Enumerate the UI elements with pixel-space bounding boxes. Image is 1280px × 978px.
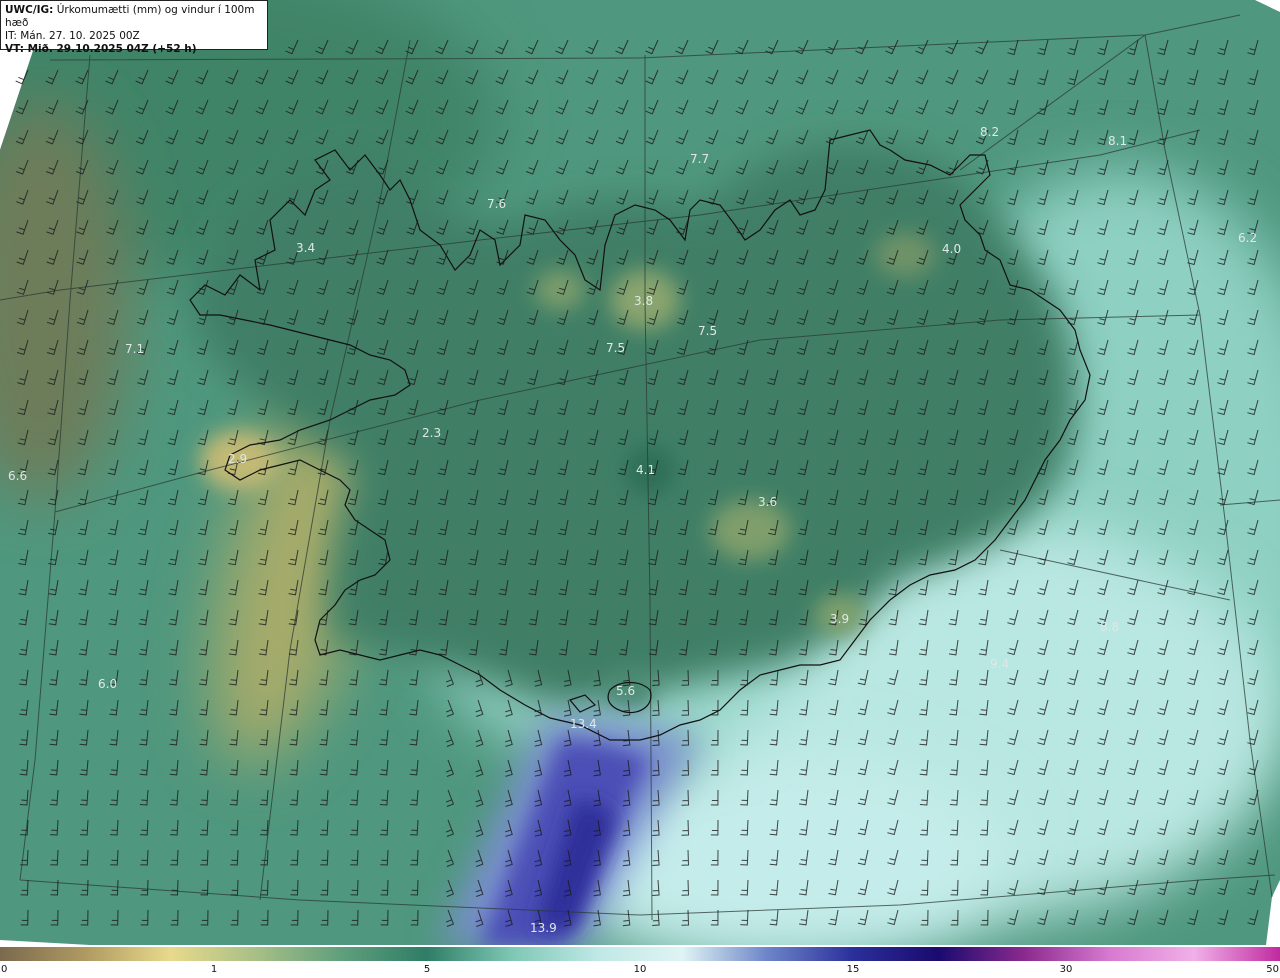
value-label: 6.0 xyxy=(98,677,117,691)
value-label: 3.9 xyxy=(830,612,849,626)
colorbar-gradient xyxy=(0,947,1280,961)
value-label: 7.1 xyxy=(125,342,144,356)
value-label: 6.2 xyxy=(1238,231,1257,245)
value-label: 5.6 xyxy=(616,684,635,698)
colorbar-tick: 15 xyxy=(846,964,860,975)
value-label: 3.8 xyxy=(634,294,653,308)
precipitation-map: 3.4 7.6 7.7 8.2 8.1 6.2 4.0 3.8 7.5 7.5 … xyxy=(0,0,1280,947)
value-label: 13.4 xyxy=(570,717,597,731)
colorbar-tick: 1 xyxy=(210,964,218,975)
colorbar-tick: 5 xyxy=(423,964,431,975)
value-label: 8.8 xyxy=(1100,620,1119,634)
header-title-line: UWC/IG: Úrkomumætti (mm) og vindur í 100… xyxy=(5,4,263,30)
value-label: 7.5 xyxy=(698,324,717,338)
value-label: 9.4 xyxy=(990,657,1009,671)
value-label: 4.0 xyxy=(942,242,961,256)
value-label: 8.2 xyxy=(980,125,999,139)
value-label: 2.9 xyxy=(228,452,247,466)
colorbar-tick: 50 xyxy=(1266,964,1279,975)
value-label: 13.9 xyxy=(530,921,557,935)
colorbar-legend: 0 1 5 10 15 30 50 xyxy=(0,947,1280,978)
valid-time: VT: Mið. 29.10.2025 04Z (+52 h) xyxy=(5,43,197,55)
value-label: 2.3 xyxy=(422,426,441,440)
value-label: 4.1 xyxy=(636,463,655,477)
value-label: 7.7 xyxy=(690,152,709,166)
colorbar-tick: 0 xyxy=(1,964,8,975)
value-label: 3.4 xyxy=(296,241,315,255)
value-label: 6.6 xyxy=(8,469,27,483)
map-header: UWC/IG: Úrkomumætti (mm) og vindur í 100… xyxy=(0,0,268,55)
value-label: 7.5 xyxy=(606,341,625,355)
init-time: IT: Mán. 27. 10. 2025 00Z xyxy=(5,30,140,42)
value-label: 3.6 xyxy=(758,495,777,509)
model-name: UWC/IG: xyxy=(5,4,54,16)
colorbar-tick: 10 xyxy=(633,964,647,975)
value-label: 8.1 xyxy=(1108,134,1127,148)
value-label: 7.6 xyxy=(487,197,506,211)
colorbar-tick: 30 xyxy=(1059,964,1073,975)
